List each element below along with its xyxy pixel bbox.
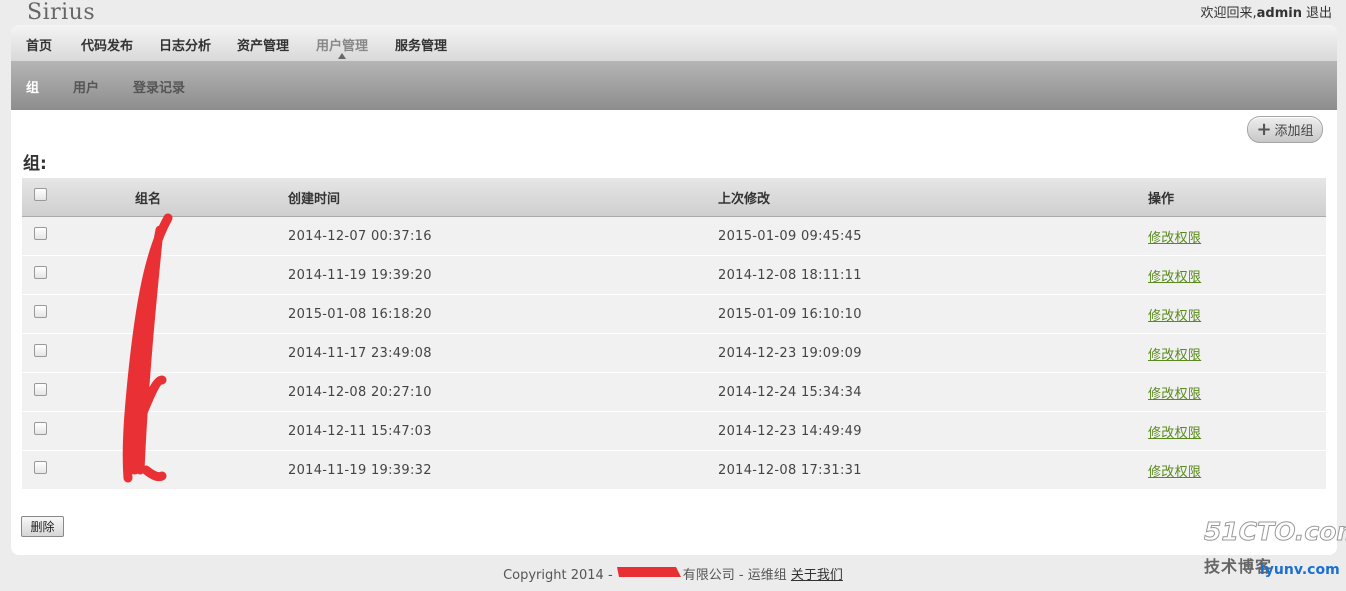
topnav-asset-management[interactable]: 资产管理: [237, 35, 289, 54]
sub-nav: 组 用户 登录记录: [11, 61, 1337, 110]
footer: Copyright 2014 - 有限公司 - 运维组 关于我们: [0, 564, 1346, 583]
topnav-service-management[interactable]: 服务管理: [395, 35, 447, 54]
row-checkbox[interactable]: [34, 226, 47, 240]
active-caret-icon: [338, 53, 346, 59]
group-name-cell: [135, 450, 288, 490]
topnav-home[interactable]: 首页: [26, 35, 52, 54]
group-name-cell: [135, 372, 288, 412]
modified-cell: 2015-01-09 09:45:45: [718, 216, 1148, 256]
modified-cell: 2014-12-23 14:49:49: [718, 411, 1148, 451]
topnav-user-management[interactable]: 用户管理: [316, 35, 368, 54]
header-last-modified: 上次修改: [718, 178, 1148, 217]
group-name-cell: [135, 411, 288, 451]
group-name-cell: [135, 294, 288, 334]
header-group-name: 组名: [135, 178, 288, 217]
row-checkbox[interactable]: [34, 343, 47, 357]
edit-permissions-link[interactable]: 修改权限: [1148, 231, 1201, 246]
row-checkbox[interactable]: [34, 304, 47, 318]
row-checkbox[interactable]: [34, 265, 47, 279]
topnav-code-release[interactable]: 代码发布: [81, 35, 133, 54]
modified-cell: 2014-12-08 18:11:11: [718, 255, 1148, 295]
subnav-users[interactable]: 用户: [73, 77, 99, 96]
group-name-cell: [135, 333, 288, 373]
logout-link[interactable]: 退出: [1306, 6, 1332, 21]
greeting-text: 欢迎回来,: [1200, 6, 1257, 21]
edit-permissions-link[interactable]: 修改权限: [1148, 387, 1201, 402]
row-checkbox[interactable]: [34, 382, 47, 396]
created-cell: 2014-11-19 19:39:32: [288, 450, 718, 490]
footer-company-suffix: 有限公司: [682, 568, 735, 583]
edit-permissions-link[interactable]: 修改权限: [1148, 426, 1201, 441]
plus-icon: +: [1256, 118, 1272, 140]
about-us-link[interactable]: 关于我们: [791, 568, 843, 583]
created-cell: 2014-11-17 23:49:08: [288, 333, 718, 373]
section-title: 组:: [23, 154, 47, 174]
main-panel: 首页 代码发布 日志分析 资产管理 用户管理 服务管理 组 用户 登录记录 + …: [11, 25, 1337, 555]
top-nav: 首页 代码发布 日志分析 资产管理 用户管理 服务管理: [11, 25, 1337, 62]
created-cell: 2014-12-11 15:47:03: [288, 411, 718, 451]
table-row: 2015-01-08 16:18:20 2015-01-09 16:10:10 …: [22, 294, 1326, 334]
select-all-checkbox[interactable]: [34, 187, 47, 201]
table-row: 2014-12-08 20:27:10 2014-12-24 15:34:34 …: [22, 372, 1326, 412]
row-checkbox[interactable]: [34, 460, 47, 474]
modified-cell: 2014-12-24 15:34:34: [718, 372, 1148, 412]
table-row: 2014-11-19 19:39:20 2014-12-08 18:11:11 …: [22, 255, 1326, 295]
watermark-iyunv: iyunv.com: [1260, 562, 1340, 578]
footer-team: - 运维组: [734, 568, 791, 583]
select-all-header: [22, 178, 135, 217]
header-actions: 操作: [1148, 178, 1326, 217]
watermark-site: 51CTO.com: [1203, 517, 1346, 547]
row-checkbox[interactable]: [34, 421, 47, 435]
user-bar: 欢迎回来,admin 退出: [1201, 2, 1333, 21]
topnav-log-analysis[interactable]: 日志分析: [159, 35, 211, 54]
add-group-button[interactable]: + 添加组: [1247, 116, 1323, 143]
table-header-row: 组名 创建时间 上次修改 操作: [22, 178, 1326, 217]
brand-logo: Sirius: [27, 0, 96, 25]
header-created-time: 创建时间: [288, 178, 718, 217]
created-cell: 2014-12-08 20:27:10: [288, 372, 718, 412]
subnav-groups[interactable]: 组: [26, 77, 39, 96]
groups-table: 组名 创建时间 上次修改 操作 2014-12-07 00:37:16 2015…: [22, 178, 1326, 490]
modified-cell: 2015-01-09 16:10:10: [718, 294, 1148, 334]
add-group-label: 添加组: [1274, 124, 1314, 139]
table-row: 2014-12-11 15:47:03 2014-12-23 14:49:49 …: [22, 411, 1326, 451]
table-row: 2014-11-17 23:49:08 2014-12-23 19:09:09 …: [22, 333, 1326, 373]
created-cell: 2015-01-08 16:18:20: [288, 294, 718, 334]
edit-permissions-link[interactable]: 修改权限: [1148, 348, 1201, 363]
delete-button[interactable]: 删除: [21, 516, 64, 537]
created-cell: 2014-12-07 00:37:16: [288, 216, 718, 256]
footer-copyright: Copyright 2014 -: [503, 568, 617, 583]
subnav-login-records[interactable]: 登录记录: [133, 77, 185, 96]
group-name-cell: [135, 255, 288, 295]
edit-permissions-link[interactable]: 修改权限: [1148, 270, 1201, 285]
username: admin: [1256, 6, 1302, 21]
table-row: 2014-12-07 00:37:16 2015-01-09 09:45:45 …: [22, 216, 1326, 256]
edit-permissions-link[interactable]: 修改权限: [1148, 465, 1201, 480]
watermark: 51CTO.com 技术博客 iyunv.com: [1198, 515, 1346, 591]
table-row: 2014-11-19 19:39:32 2014-12-08 17:31:31 …: [22, 450, 1326, 490]
edit-permissions-link[interactable]: 修改权限: [1148, 309, 1201, 324]
modified-cell: 2014-12-08 17:31:31: [718, 450, 1148, 490]
created-cell: 2014-11-19 19:39:20: [288, 255, 718, 295]
modified-cell: 2014-12-23 19:09:09: [718, 333, 1148, 373]
group-name-cell: [135, 216, 288, 256]
